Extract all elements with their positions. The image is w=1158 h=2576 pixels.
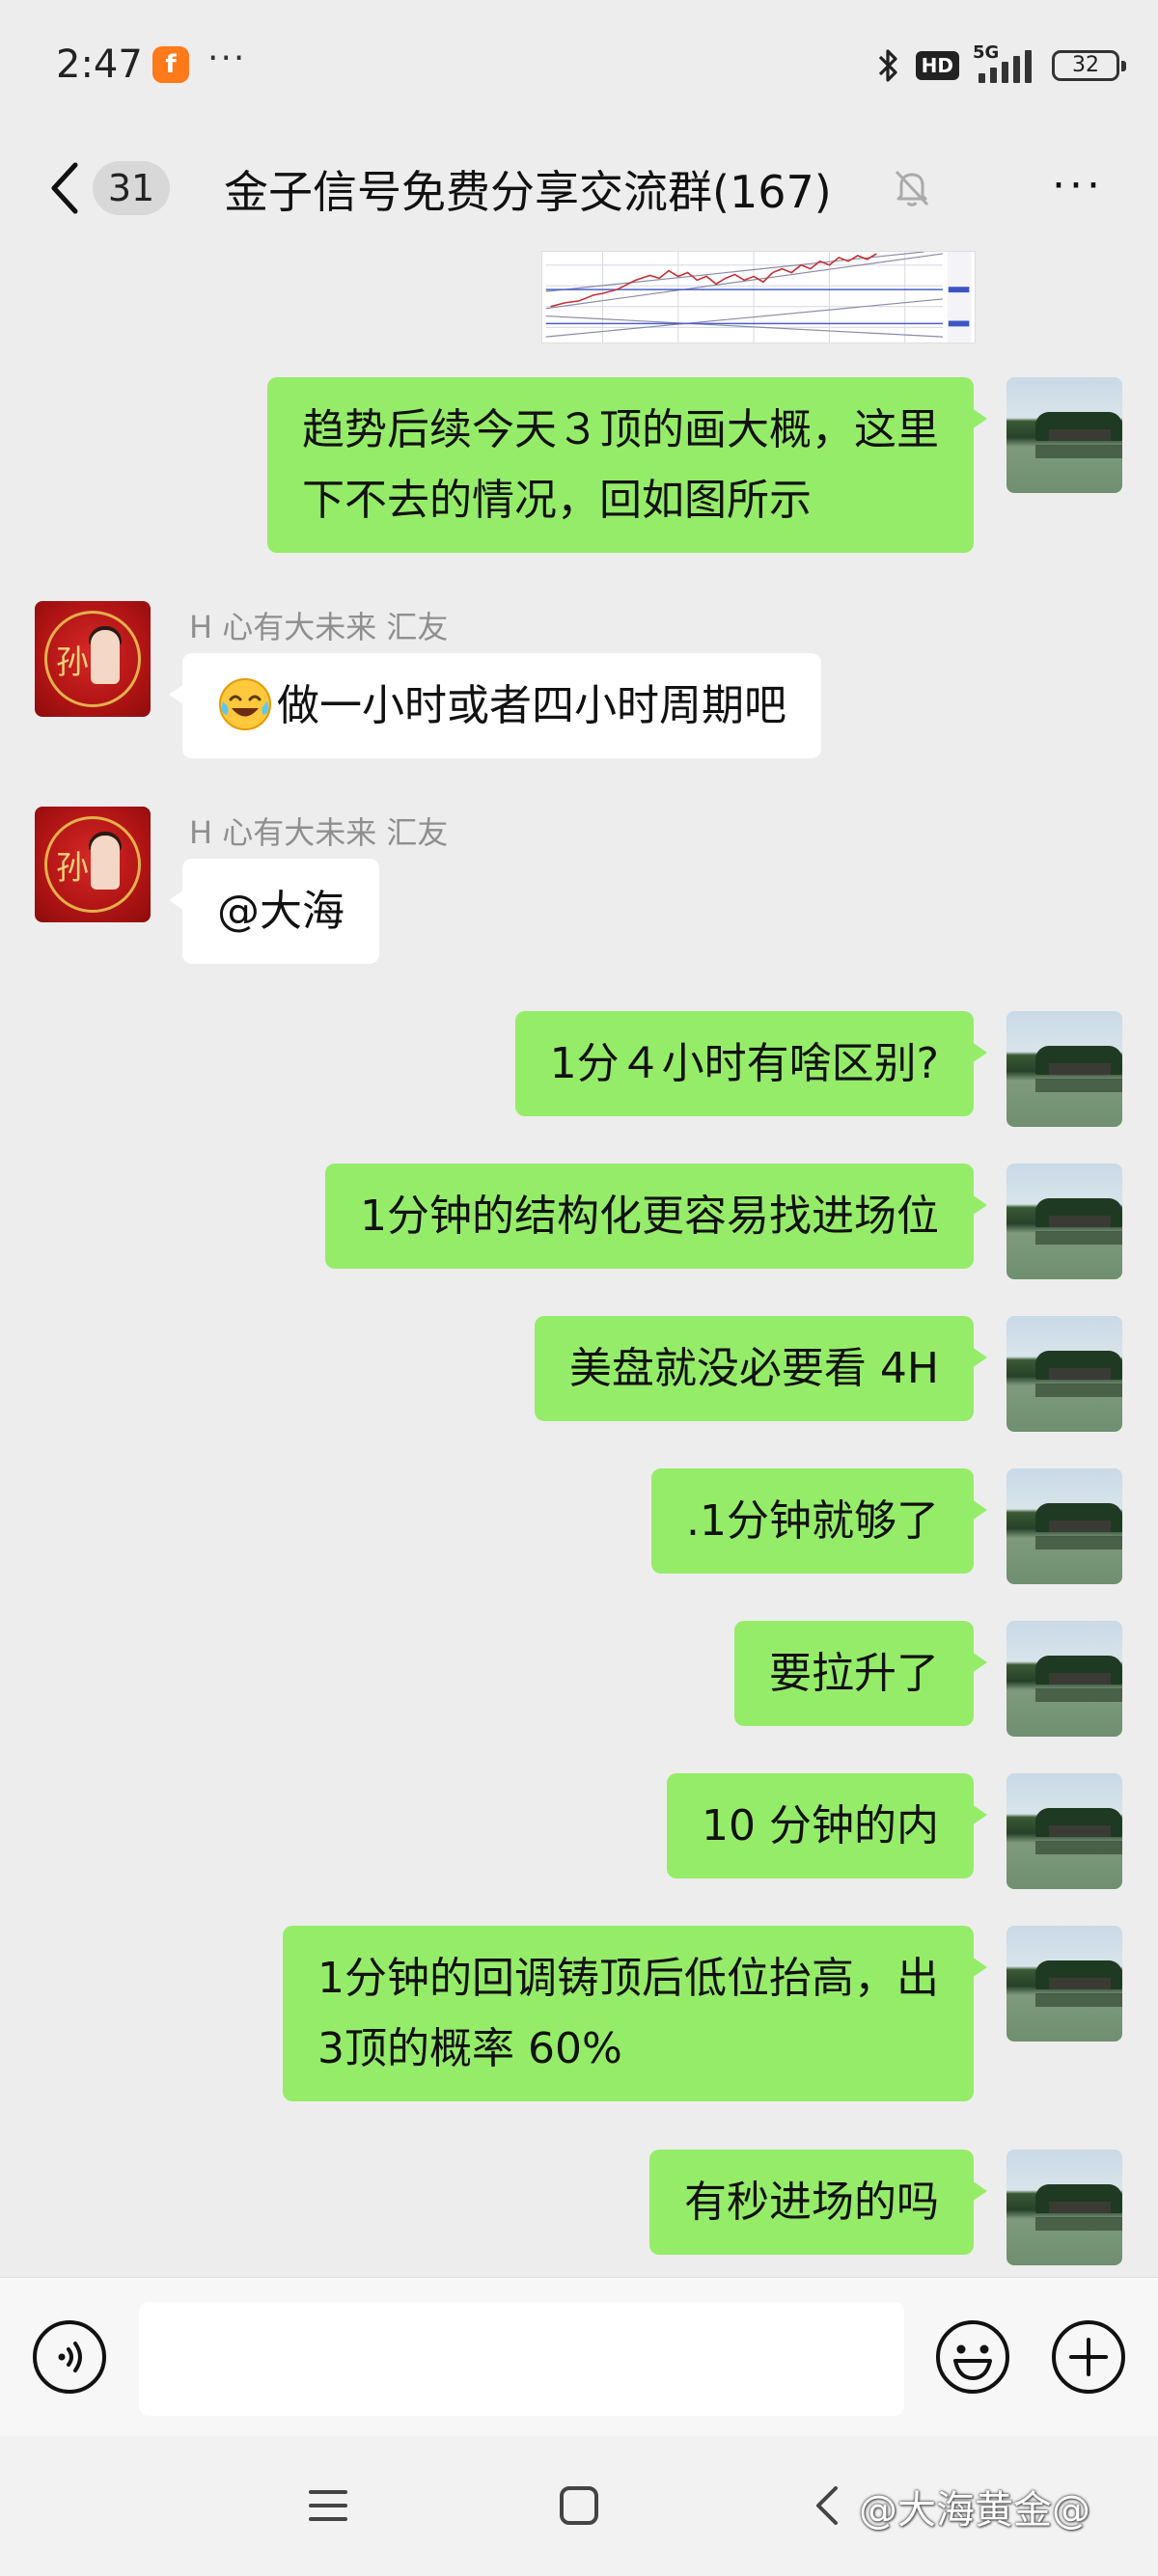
- nav-home-icon[interactable]: [558, 2484, 600, 2527]
- my-avatar[interactable]: [1006, 1316, 1122, 1432]
- bluetooth-icon: [878, 49, 897, 82]
- notification-app-icon: f: [152, 46, 189, 83]
- emoji-icon[interactable]: [934, 2318, 1011, 2396]
- my-message-bubble[interactable]: 1分４小时有啥区别?: [514, 1011, 988, 1116]
- more-options-button[interactable]: ···: [1052, 165, 1104, 207]
- sender-avatar[interactable]: 孙: [35, 601, 151, 717]
- sender-avatar[interactable]: 孙: [35, 807, 151, 922]
- message-text: 1分４小时有啥区别?: [549, 1039, 939, 1088]
- message-text: .1分钟就够了: [686, 1496, 939, 1546]
- my-message-bubble[interactable]: 要拉升了: [734, 1621, 987, 1726]
- network-type: 5G: [973, 42, 1000, 63]
- my-avatar[interactable]: [1006, 1468, 1122, 1584]
- message-text: 做一小时或者四小时周期吧: [277, 681, 786, 730]
- notification-more-icon: ···: [207, 39, 247, 78]
- my-message-bubble[interactable]: 10 分钟的内: [667, 1773, 987, 1878]
- chart-image-message[interactable]: [541, 251, 976, 343]
- system-nav-bar: @大海黄金@: [0, 2436, 1158, 2576]
- my-avatar[interactable]: [1006, 1926, 1122, 2042]
- their-message-bubble[interactable]: 做一小时或者四小时周期吧: [169, 653, 821, 758]
- voice-icon[interactable]: [31, 2318, 108, 2396]
- unread-count-badge[interactable]: 31: [93, 161, 170, 215]
- battery-level: 32: [1072, 53, 1099, 77]
- my-avatar[interactable]: [1006, 1773, 1122, 1889]
- message-text: 1分钟的结构化更容易找进场位: [360, 1192, 939, 1241]
- my-message-bubble[interactable]: 1分钟的结构化更容易找进场位: [325, 1164, 987, 1269]
- my-avatar[interactable]: [1006, 377, 1122, 493]
- nav-menu-icon[interactable]: [307, 2484, 349, 2527]
- my-avatar[interactable]: [1006, 1164, 1122, 1279]
- watermark: @大海黄金@: [859, 2488, 1090, 2533]
- message-text: 要拉升了: [769, 1649, 939, 1698]
- status-time: 2:47: [56, 42, 143, 87]
- chat-header: 31 金子信号免费分享交流群(167) ···: [0, 130, 1158, 246]
- plus-icon[interactable]: [1050, 2318, 1127, 2396]
- tears-of-joy-emoji-icon: [219, 678, 271, 730]
- message-line: 3顶的概率 60%: [317, 2024, 622, 2073]
- message-line: 趋势后续今天３顶的画大概，这里: [302, 405, 939, 454]
- my-avatar[interactable]: [1006, 1621, 1122, 1737]
- avatar-text: 孙: [56, 849, 89, 888]
- message-text: 10 分钟的内: [702, 1801, 939, 1850]
- my-avatar[interactable]: [1006, 2150, 1122, 2265]
- their-message-bubble[interactable]: @大海: [169, 859, 379, 964]
- my-message-bubble[interactable]: 有秒进场的吗: [649, 2150, 987, 2255]
- input-bar: [0, 2277, 1158, 2436]
- back-icon[interactable]: [46, 157, 85, 219]
- message-input[interactable]: [139, 2302, 904, 2416]
- message-line: 1分钟的回调铸顶后低位抬高，出: [317, 1954, 939, 2003]
- hd-badge: HD: [915, 51, 959, 80]
- mute-bell-icon: [895, 170, 929, 206]
- my-message-bubble[interactable]: 1分钟的回调铸顶后低位抬高，出 3顶的概率 60%: [283, 1926, 987, 2101]
- sender-name: H 心有大未来 汇友: [189, 609, 449, 645]
- my-message-bubble[interactable]: .1分钟就够了: [651, 1468, 987, 1574]
- battery-icon: 32: [1052, 50, 1126, 81]
- message-list[interactable]: 趋势后续今天３顶的画大概，这里 下不去的情况，回如图所示 孙 H 心有大未来 汇…: [0, 246, 1158, 2277]
- message-text: 有秒进场的吗: [684, 2178, 939, 2227]
- status-bar: 2:47 f ··· HD 5G 32: [0, 0, 1158, 130]
- status-indicators: HD 5G 32: [873, 42, 1126, 87]
- sender-name: H 心有大未来 汇友: [189, 814, 449, 851]
- message-text: @大海: [217, 887, 345, 936]
- my-avatar[interactable]: [1006, 1011, 1122, 1127]
- nav-back-icon[interactable]: [813, 2482, 841, 2529]
- signal-icon: 5G: [973, 42, 1038, 85]
- my-message-bubble[interactable]: 趋势后续今天３顶的画大概，这里 下不去的情况，回如图所示: [267, 377, 987, 553]
- message-text: 美盘就没必要看 4H: [568, 1344, 939, 1393]
- chat-title[interactable]: 金子信号免费分享交流群(167): [224, 157, 832, 221]
- avatar-text: 孙: [56, 644, 89, 682]
- my-message-bubble[interactable]: 美盘就没必要看 4H: [534, 1316, 988, 1421]
- message-line: 下不去的情况，回如图所示: [302, 476, 812, 525]
